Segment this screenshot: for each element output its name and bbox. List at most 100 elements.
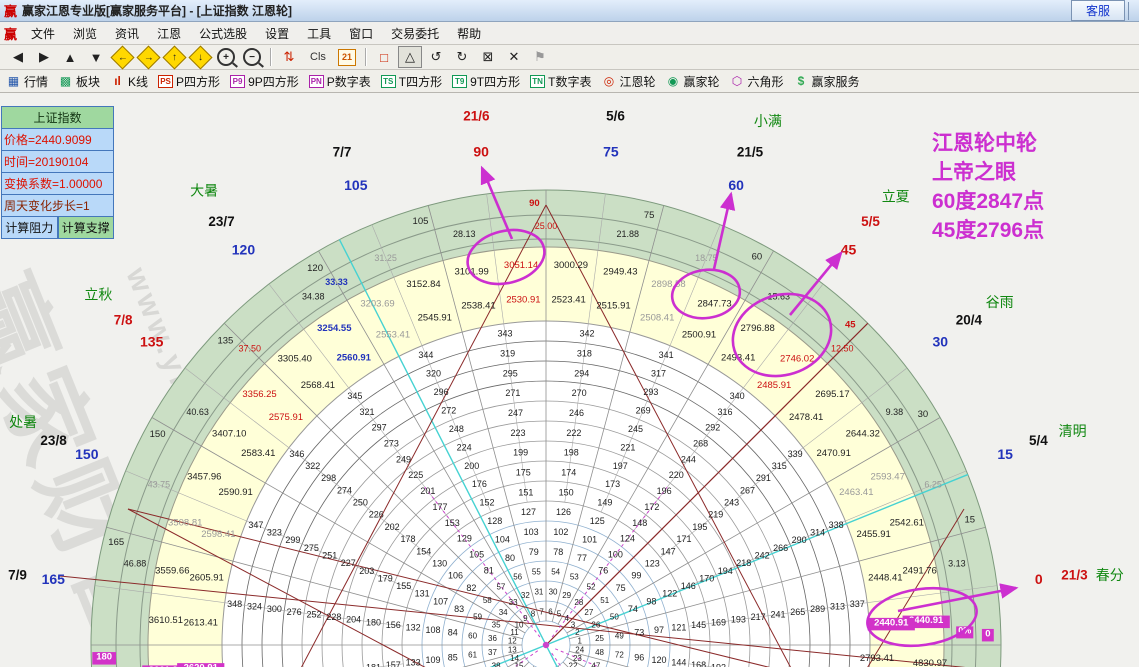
flag-button[interactable]: ⚑ (528, 46, 552, 68)
forward-button[interactable]: ▶ (32, 46, 56, 68)
svg-text:276: 276 (287, 607, 302, 617)
svg-text:31: 31 (534, 587, 543, 596)
menu-app-icon: 赢 (4, 26, 18, 42)
svg-text:321: 321 (360, 407, 375, 417)
winner-service-button[interactable]: $ 赢家服务 (794, 73, 860, 90)
svg-text:28: 28 (574, 598, 583, 607)
menu-item-1[interactable]: 浏览 (64, 23, 106, 44)
svg-text:127: 127 (521, 507, 536, 517)
winner-wheel-label: 赢家轮 (683, 74, 720, 89)
svg-text:124: 124 (620, 534, 635, 544)
svg-text:49: 49 (615, 631, 624, 640)
menu-item-6[interactable]: 工具 (298, 23, 340, 44)
menu-item-8[interactable]: 交易委托 (382, 23, 448, 44)
svg-text:90: 90 (473, 143, 489, 159)
back-button[interactable]: ◀ (6, 46, 30, 68)
quotes-button[interactable]: ▦ 行情 (6, 73, 48, 90)
t-square-button[interactable]: TS T四方形 (380, 73, 442, 90)
svg-text:8: 8 (531, 610, 536, 619)
svg-text:34.38: 34.38 (302, 292, 325, 302)
kline-button[interactable]: ıl K线 (110, 73, 148, 90)
svg-text:15: 15 (515, 662, 524, 667)
calendar-button[interactable]: 21 (335, 46, 359, 68)
rect-tool-button[interactable]: □ (372, 46, 396, 68)
box-select-button[interactable]: ⊠ (476, 46, 500, 68)
svg-text:199: 199 (513, 448, 528, 458)
menu-item-9[interactable]: 帮助 (448, 23, 490, 44)
pan-up-button[interactable]: ↑ (161, 44, 187, 70)
svg-text:40.63: 40.63 (186, 407, 209, 417)
menu-item-2[interactable]: 资讯 (106, 23, 148, 44)
scale-toggle-button[interactable]: ⇅ (277, 46, 301, 68)
svg-text:61: 61 (468, 651, 477, 660)
menu-item-5[interactable]: 设置 (256, 23, 298, 44)
marker-up-button[interactable]: ▲ (58, 46, 82, 68)
svg-text:227: 227 (341, 558, 356, 568)
svg-text:267: 267 (740, 485, 755, 495)
menu-item-3[interactable]: 江恩 (148, 23, 190, 44)
svg-text:192: 192 (711, 663, 726, 667)
svg-text:25.00: 25.00 (535, 221, 558, 231)
winner-wheel-icon: ◉ (667, 74, 679, 88)
pan-down-button[interactable]: ↓ (187, 44, 213, 70)
svg-text:196: 196 (657, 486, 672, 496)
9t-square-label: 9T四方形 (470, 74, 521, 89)
svg-text:52: 52 (587, 582, 596, 591)
customer-service-button[interactable]: 客服 (1070, 0, 1125, 21)
svg-text:25: 25 (595, 634, 604, 643)
svg-text:242: 242 (755, 550, 770, 560)
annotation-line-1: 上帝之眼 (932, 161, 1016, 184)
menu-item-0[interactable]: 文件 (22, 23, 64, 44)
svg-text:290: 290 (792, 535, 807, 545)
svg-text:85: 85 (448, 652, 458, 662)
svg-text:145: 145 (691, 620, 706, 630)
svg-text:339: 339 (788, 449, 803, 459)
p-square-icon: PS (158, 74, 174, 88)
svg-text:269: 269 (636, 405, 651, 415)
triangle-tool-button[interactable]: △ (398, 46, 422, 68)
zoom-in-button[interactable]: + (214, 46, 238, 68)
svg-text:157: 157 (386, 660, 401, 667)
svg-text:2644.32: 2644.32 (846, 428, 880, 439)
rotate-cw-button[interactable]: ↻ (450, 46, 474, 68)
hexagon-label: 六角形 (747, 74, 784, 89)
svg-text:3254.55: 3254.55 (317, 323, 352, 334)
svg-text:2508.41: 2508.41 (640, 312, 674, 323)
gann-wheel-button[interactable]: ◎ 江恩轮 (601, 73, 656, 90)
svg-text:177: 177 (433, 502, 448, 512)
pan-left-button[interactable]: ← (109, 44, 135, 70)
symbol-panel: 上证指数 价格=2440.9099 时间=20190104 变换系数=1.00000… (1, 106, 114, 239)
t-number-table-button[interactable]: TN T数字表 (530, 73, 591, 90)
svg-text:324: 324 (247, 602, 262, 612)
9t-square-button[interactable]: T9 9T四方形 (452, 73, 520, 90)
9p-square-button[interactable]: P9 9P四方形 (230, 73, 299, 90)
hexagon-button[interactable]: ⬡ 六角形 (730, 73, 784, 90)
svg-text:106: 106 (448, 571, 463, 581)
rotate-ccw-button[interactable]: ↺ (424, 46, 448, 68)
cls-button[interactable]: Cls (303, 46, 333, 68)
winner-wheel-button[interactable]: ◉ 赢家轮 (665, 73, 720, 90)
p-number-table-button[interactable]: PN P数字表 (308, 73, 371, 90)
svg-text:293: 293 (643, 387, 658, 397)
svg-text:247: 247 (508, 408, 523, 418)
svg-text:21.88: 21.88 (616, 229, 639, 239)
svg-text:2: 2 (575, 628, 580, 637)
svg-text:82: 82 (466, 583, 476, 593)
p-square-button[interactable]: PS P四方形 (158, 73, 220, 90)
menu-item-4[interactable]: 公式选股 (190, 23, 256, 44)
calc-resistance-button[interactable]: 计算阻力 (1, 217, 58, 239)
marker-down-button[interactable]: ▼ (84, 46, 108, 68)
menu-item-7[interactable]: 窗口 (340, 23, 382, 44)
svg-text:47: 47 (591, 662, 600, 667)
calc-support-button[interactable]: 计算支撑 (57, 217, 114, 239)
zoom-out-button[interactable]: − (240, 46, 264, 68)
title-bar: 赢 赢家江恩专业版[赢家服务平台] - [上证指数 江恩轮] 客服 (0, 0, 1139, 22)
sectors-button[interactable]: ▩ 板块 (58, 73, 100, 90)
svg-text:120: 120 (652, 655, 667, 665)
pan-up-icon: ↑ (161, 44, 187, 70)
pan-right-button[interactable]: → (135, 44, 161, 70)
svg-text:2575.91: 2575.91 (269, 412, 303, 423)
fit-view-button[interactable]: ✕ (502, 46, 526, 68)
gann-annotation-text: 江恩轮中轮 上帝之眼 60度2847点 45度2796点 (932, 129, 1044, 245)
svg-text:80: 80 (505, 553, 515, 563)
